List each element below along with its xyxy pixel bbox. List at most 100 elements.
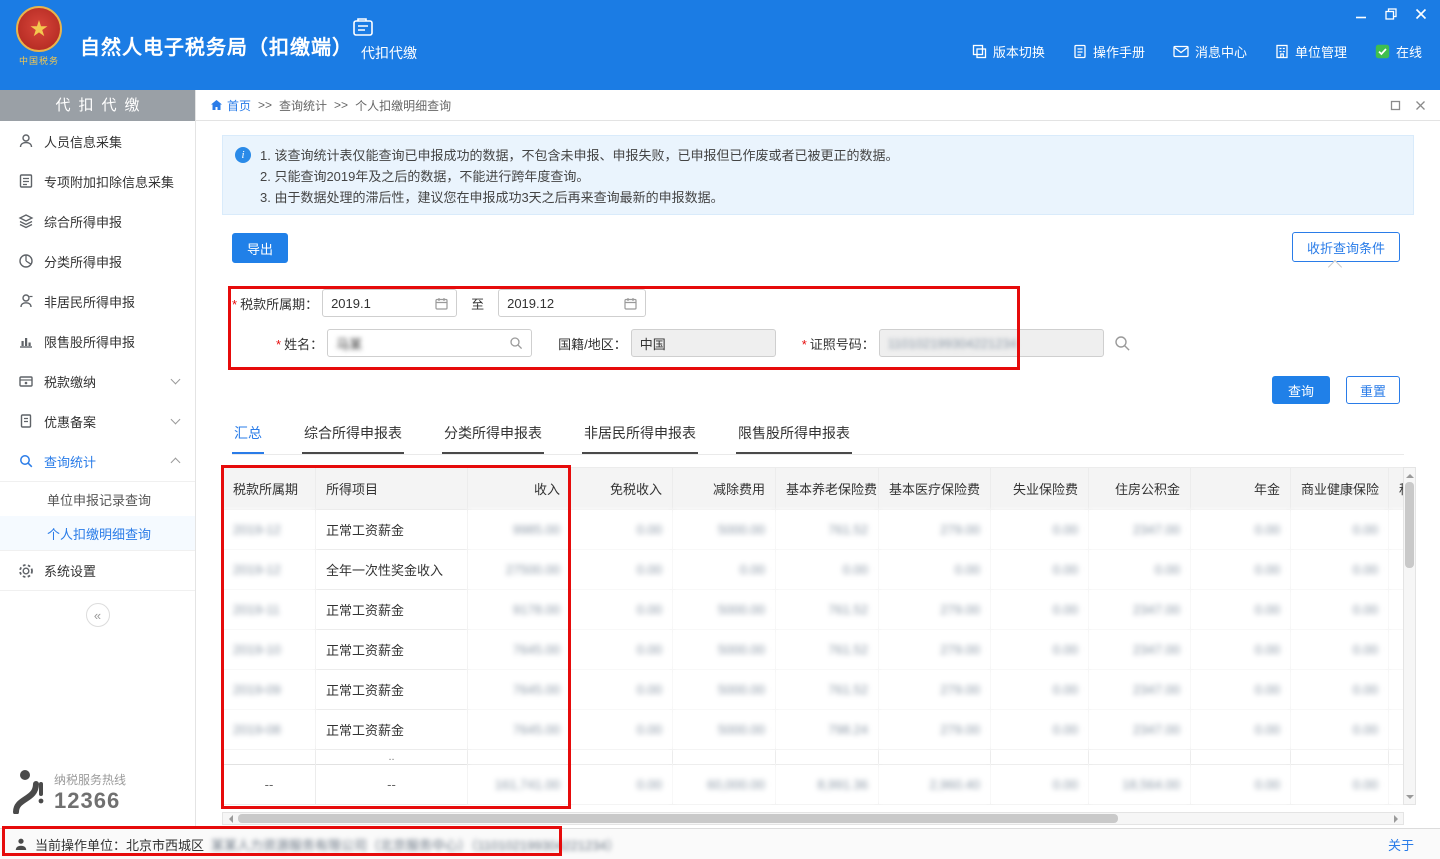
column-header: 年金 — [1191, 468, 1291, 510]
scroll-right-arrow[interactable] — [1390, 813, 1403, 824]
menu-manual[interactable]: 操作手册 — [1073, 42, 1145, 61]
panel-restore-icon[interactable] — [1390, 100, 1401, 111]
tab-comprehensive-income-return[interactable]: 综合所得申报表 — [302, 421, 404, 454]
sidebar-subitem-unit-declaration-record[interactable]: 单位申报记录查询 — [0, 482, 195, 516]
scroll-down-arrow[interactable] — [1404, 791, 1415, 804]
menu-message-center[interactable]: 消息中心 — [1173, 42, 1247, 61]
notice-line: 3. 由于数据处理的滞后性，建议您在申报成功3天之后再来查询最新的申报数据。 — [260, 187, 898, 208]
menu-online-status[interactable]: 在线 — [1375, 42, 1422, 61]
horizontal-scroll-thumb[interactable] — [238, 814, 1118, 823]
id-number-input[interactable]: 110102199304221234 — [879, 329, 1104, 357]
app-header: ★ 中国税务 自然人电子税务局（扣缴端） 代扣代缴 版本切换 操作手册 — [0, 0, 1440, 90]
menu-version-switch[interactable]: 版本切换 — [972, 42, 1045, 61]
table-cell: 761.52 — [776, 670, 879, 710]
user-icon — [18, 293, 34, 309]
sidebar-collapse-button[interactable]: « — [86, 603, 110, 627]
table-cell: 0.00 — [1191, 550, 1291, 590]
sidebar-item-comprehensive-income[interactable]: 综合所得申报 — [0, 201, 195, 241]
collapse-query-conditions-button[interactable]: 收折查询条件 — [1292, 232, 1400, 262]
scroll-up-arrow[interactable] — [1404, 468, 1415, 481]
chevron-down-icon — [171, 415, 181, 425]
table-cell: 0.00 — [991, 550, 1089, 590]
calendar-icon — [435, 297, 448, 310]
panel-close-icon[interactable] — [1415, 100, 1426, 111]
breadcrumb-home-link[interactable]: 首页 — [210, 97, 251, 114]
home-icon — [210, 99, 223, 111]
table-cell: 0.00 — [1291, 670, 1389, 710]
minimize-button[interactable] — [1354, 7, 1368, 21]
notice-panel: i 1. 该查询统计表仅能查询已申报成功的数据，不包含未申报、申报失败，已申报但… — [222, 135, 1414, 215]
column-header: 减除费用 — [673, 468, 776, 510]
table-cell: 0.00 — [1291, 590, 1389, 630]
period-end-input[interactable]: 2019.12 — [498, 289, 646, 317]
vertical-scrollbar[interactable] — [1403, 467, 1416, 805]
sidebar-item-nonresident-income[interactable]: 非居民所得申报 — [0, 281, 195, 321]
tab-nonresident-income-return[interactable]: 非居民所得申报表 — [582, 421, 698, 454]
table-row[interactable]: 2019-12正常工资薪金9985.000.005000.00761.52279… — [223, 510, 1405, 550]
app-title: 自然人电子税务局（扣缴端） — [80, 31, 353, 60]
tab-classified-income-return[interactable]: 分类所得申报表 — [442, 421, 544, 454]
table-cell: 5000.00 — [673, 630, 776, 670]
sidebar-item-restricted-stock[interactable]: 限售股所得申报 — [0, 321, 195, 361]
header-menu: 版本切换 操作手册 消息中心 单位管理 — [972, 42, 1422, 61]
period-start-input[interactable]: 2019.1 — [322, 289, 457, 317]
restore-button[interactable] — [1384, 7, 1398, 21]
export-button[interactable]: 导出 — [232, 233, 288, 263]
operator-icon — [14, 837, 28, 851]
table-cell: 0.00 — [1191, 590, 1291, 630]
table-cell: 27500.00 — [468, 550, 571, 590]
sidebar-item-query-statistics[interactable]: 查询统计 — [0, 441, 195, 481]
breadcrumb-separator: >> — [334, 98, 348, 112]
manual-icon — [1073, 44, 1087, 59]
id-search-icon[interactable] — [1114, 335, 1131, 352]
table-cell: 2019-11 — [223, 590, 316, 630]
table-cell: 5000.00 — [673, 510, 776, 550]
sidebar-item-tax-payment[interactable]: 税款缴纳 — [0, 361, 195, 401]
table-cell: 7645.00 — [468, 670, 571, 710]
app-window: ★ 中国税务 自然人电子税务局（扣缴端） 代扣代缴 版本切换 操作手册 — [0, 0, 1440, 859]
table-row[interactable]: 2019-09正常工资薪金7645.000.005000.00761.52279… — [223, 670, 1405, 710]
menu-label: 消息中心 — [1195, 42, 1247, 61]
horizontal-scrollbar[interactable] — [222, 812, 1404, 825]
building-icon — [1275, 44, 1289, 59]
reset-button[interactable]: 重置 — [1346, 376, 1400, 404]
search-icon — [18, 453, 34, 469]
tab-restricted-stock-return[interactable]: 限售股所得申报表 — [736, 421, 852, 454]
sidebar-item-preferential-filing[interactable]: 优惠备案 — [0, 401, 195, 441]
sidebar-item-personnel-info[interactable]: 人员信息采集 — [0, 121, 195, 161]
menu-org-management[interactable]: 单位管理 — [1275, 42, 1347, 61]
table-cell — [673, 750, 776, 765]
nationality-input[interactable]: 中国 — [631, 329, 776, 357]
table-cell: 0.00 — [776, 550, 879, 590]
table-cell — [571, 750, 673, 765]
table-cell: 0.00 — [1389, 510, 1405, 550]
sidebar-subitem-personal-withholding-detail[interactable]: 个人扣缴明细查询 — [0, 516, 195, 550]
table-cell: 5000.00 — [673, 670, 776, 710]
name-input[interactable]: 马某 — [327, 329, 532, 357]
vertical-scroll-thumb[interactable] — [1405, 482, 1414, 568]
scroll-left-arrow[interactable] — [223, 813, 236, 824]
query-button[interactable]: 查询 — [1272, 376, 1330, 404]
menu-label: 版本切换 — [993, 42, 1045, 61]
table-cell: 5000.00 — [673, 710, 776, 750]
table-row[interactable]: 2019-10正常工资薪金7645.000.005000.00761.52279… — [223, 630, 1405, 670]
table-cell: 0.00 — [1089, 550, 1191, 590]
sidebar-item-classified-income[interactable]: 分类所得申报 — [0, 241, 195, 281]
table-cell: 2347.00 — [1089, 630, 1191, 670]
sidebar-item-special-deduction[interactable]: 专项附加扣除信息采集 — [0, 161, 195, 201]
current-unit-masked: 某某人力资源服务有限公司（北京服务中心）（110102199304221234） — [211, 835, 620, 854]
tab-summary[interactable]: 汇总 — [232, 421, 264, 454]
close-button[interactable] — [1414, 7, 1428, 21]
table-cell: 0.00 — [571, 670, 673, 710]
table-row[interactable]: 2019-11正常工资薪金9178.000.005000.00761.52279… — [223, 590, 1405, 630]
breadcrumb-section: 查询统计 — [279, 97, 327, 114]
tab-withholding[interactable]: 代扣代缴 — [352, 16, 426, 63]
sidebar-item-system-settings[interactable]: 系统设置 — [0, 551, 195, 591]
table-row[interactable]: 2019-08正常工资薪金7645.000.005000.00798.24279… — [223, 710, 1405, 750]
sidebar-item-label: 系统设置 — [44, 561, 96, 580]
table-cell: 9985.00 — [468, 510, 571, 550]
about-link[interactable]: 关于 — [1388, 835, 1414, 854]
table-row[interactable]: 2019-12全年一次性奖金收入27500.000.000.000.000.00… — [223, 550, 1405, 590]
table-cell: 9178.00 — [468, 590, 571, 630]
current-unit-prefix: 当前操作单位：北京市西城区 — [35, 835, 204, 854]
